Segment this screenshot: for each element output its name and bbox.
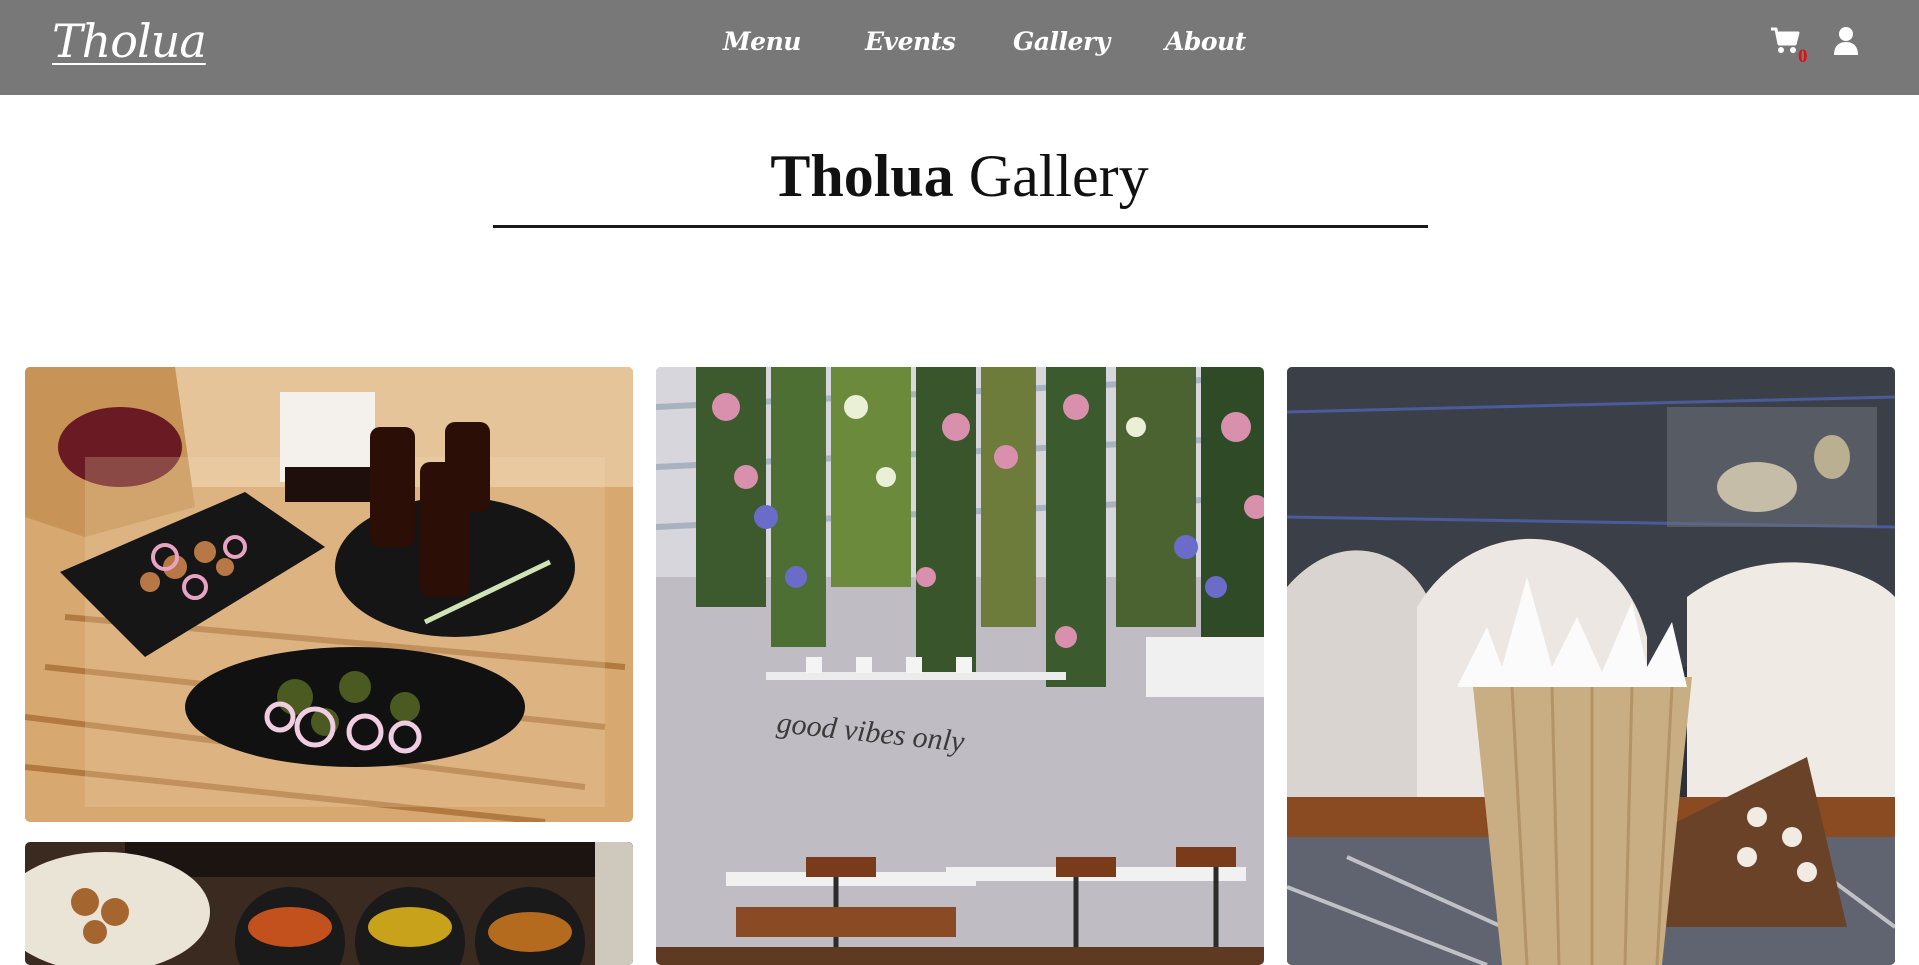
page-title-rest: Gallery	[968, 143, 1149, 209]
account-button[interactable]	[1832, 26, 1864, 60]
title-divider	[493, 225, 1428, 228]
top-navbar: Tholua Menu Events Gallery About 0	[0, 0, 1919, 95]
user-icon	[1834, 27, 1858, 55]
hanging-flowers-cafe-interior-photo[interactable]: good vibes only	[656, 367, 1264, 965]
cart-icon	[1771, 27, 1800, 53]
cart-count-badge: 0	[1798, 46, 1808, 67]
nav-gallery[interactable]: Gallery	[1013, 27, 1110, 56]
cart-button[interactable]: 0	[1770, 26, 1810, 68]
main-nav: Menu Events Gallery About	[0, 27, 1919, 67]
food-platter-drinks-photo[interactable]	[25, 367, 633, 822]
nav-about[interactable]: About	[1165, 27, 1246, 56]
nav-menu[interactable]: Menu	[723, 27, 801, 56]
nav-events[interactable]: Events	[865, 27, 956, 56]
page-title: Tholua Gallery	[0, 142, 1919, 211]
page-title-brand: Tholua	[770, 143, 954, 209]
milkshake-glass-photo[interactable]	[1287, 367, 1895, 965]
curry-bowls-thali-photo[interactable]	[25, 842, 633, 965]
